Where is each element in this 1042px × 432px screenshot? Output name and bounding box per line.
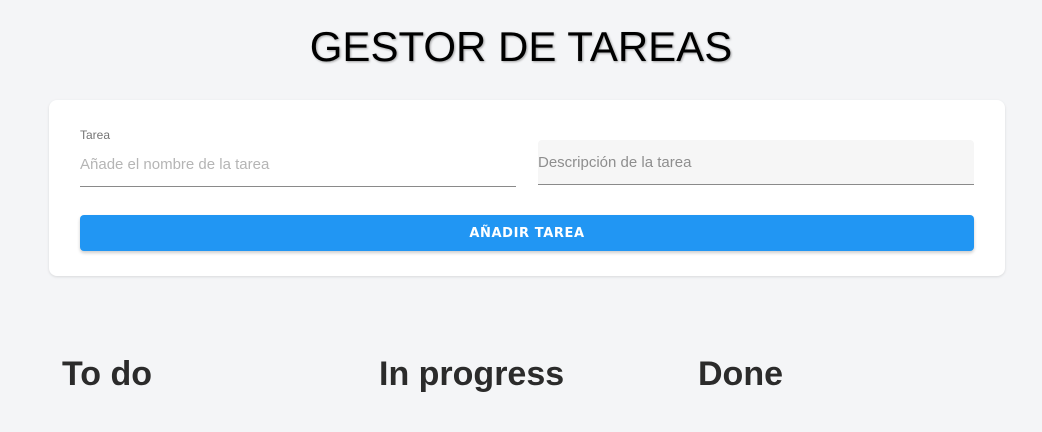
add-task-button[interactable]: AÑADIR TAREA	[80, 215, 974, 251]
page-title: GESTOR DE TAREAS	[309, 23, 733, 70]
task-name-input[interactable]	[80, 152, 516, 176]
task-description-field[interactable]	[538, 140, 974, 185]
column-heading-todo: To do	[62, 355, 152, 393]
task-name-label: Tarea	[80, 128, 111, 142]
column-heading-done: Done	[698, 355, 783, 393]
task-form-card: Tarea AÑADIR TAREA	[49, 100, 1005, 276]
task-name-field[interactable]: Tarea	[80, 126, 516, 187]
task-description-input[interactable]	[538, 150, 958, 174]
column-heading-in-progress: In progress	[379, 355, 565, 393]
